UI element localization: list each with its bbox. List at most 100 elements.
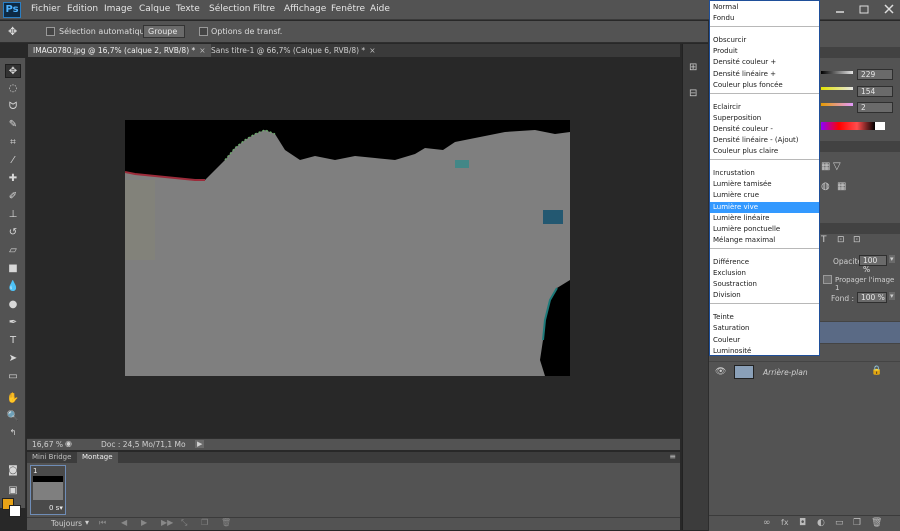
opacity-dropdown-icon[interactable]: ▾	[889, 255, 895, 263]
color-ramp[interactable]	[821, 122, 875, 130]
white-swatch[interactable]	[875, 122, 885, 130]
blend-mode-option[interactable]: Soustraction	[710, 279, 819, 290]
close-icon[interactable]	[882, 3, 896, 15]
healing-brush-tool-icon[interactable]: ✚	[5, 172, 21, 186]
frame-delay[interactable]: 0 s▾	[49, 504, 63, 512]
marquee-tool-icon[interactable]: ◌	[5, 82, 21, 96]
tab-montage[interactable]: Montage	[77, 452, 118, 463]
blend-mode-option[interactable]: Eclaircir	[710, 102, 819, 113]
move-tool-icon[interactable]: ✥	[5, 64, 21, 78]
layer-row-background[interactable]: 👁 Arrière-plan 🔒	[709, 361, 900, 383]
add-mask-icon[interactable]: ◘	[799, 518, 806, 528]
zoom-level[interactable]: 16,67 %	[32, 440, 63, 449]
transform-options-checkbox[interactable]	[199, 27, 208, 36]
blend-mode-option[interactable]: Division	[710, 290, 819, 301]
menu-aide[interactable]: Aide	[370, 4, 390, 14]
levels-icon[interactable]: ▦	[821, 161, 830, 172]
document-image[interactable]	[125, 120, 570, 376]
blend-mode-option[interactable]: Lumière linéaire	[710, 213, 819, 224]
blend-mode-option[interactable]: Lumière vive	[710, 201, 819, 213]
background-color-swatch[interactable]	[9, 505, 21, 517]
minimize-icon[interactable]	[833, 3, 847, 15]
filter-smart-icon[interactable]: ⊡	[853, 235, 861, 245]
hand-tool-icon[interactable]: ✋	[5, 392, 21, 406]
quick-mask-icon[interactable]: ◙	[5, 464, 21, 478]
tab-mini-bridge[interactable]: Mini Bridge	[27, 452, 76, 463]
history-brush-tool-icon[interactable]: ↺	[5, 226, 21, 240]
blend-mode-option[interactable]: Mélange maximal	[710, 235, 819, 246]
color-lookup-icon[interactable]: ▦	[837, 181, 846, 192]
blue-value[interactable]: 2	[857, 102, 893, 113]
blend-mode-option[interactable]: Densité linéaire - (Ajout)	[710, 135, 819, 146]
blend-mode-option[interactable]: Superposition	[710, 113, 819, 124]
shape-tool-icon[interactable]: ▭	[5, 370, 21, 384]
link-layers-icon[interactable]: ∞	[763, 518, 771, 528]
opacity-value[interactable]: 100 %	[859, 255, 887, 274]
channel-mixer-icon[interactable]: ◍	[821, 181, 830, 192]
visibility-eye-icon[interactable]: 👁	[715, 367, 726, 377]
swap-colors-icon[interactable]: ↰	[5, 426, 21, 440]
fill-dropdown-icon[interactable]: ▾	[889, 292, 895, 300]
blur-tool-icon[interactable]: 💧	[5, 280, 21, 294]
menu-image[interactable]: Image	[104, 4, 132, 14]
green-slider[interactable]	[821, 87, 853, 90]
dodge-tool-icon[interactable]: ●	[5, 298, 21, 312]
blend-mode-option[interactable]: Couleur plus foncée	[710, 80, 819, 91]
properties-panel-icon[interactable]: ⊟	[689, 88, 697, 99]
menu-affichage[interactable]: Affichage	[284, 4, 326, 14]
delete-frame-icon[interactable]: 🗑	[221, 518, 231, 527]
blend-mode-option[interactable]: Lumière tamisée	[710, 179, 819, 190]
crop-tool-icon[interactable]: ⌗	[5, 136, 21, 150]
restore-icon[interactable]	[857, 3, 871, 15]
menu-texte[interactable]: Texte	[176, 4, 200, 14]
menu-fichier[interactable]: Fichier	[31, 4, 60, 14]
menu-fenetre[interactable]: Fenêtre	[331, 4, 365, 14]
blend-mode-menu[interactable]: Normal Fondu Obscurcir Produit Densité coule…	[709, 0, 820, 356]
red-value[interactable]: 229	[857, 69, 893, 80]
first-frame-icon[interactable]: ⏮	[99, 518, 106, 528]
blend-mode-option[interactable]: Teinte	[710, 312, 819, 323]
blend-mode-option[interactable]: Couleur	[710, 335, 819, 346]
panel-menu-icon[interactable]: ≡	[669, 452, 676, 461]
pen-tool-icon[interactable]: ✒	[5, 316, 21, 330]
filter-shape-icon[interactable]: ⊡	[837, 235, 845, 245]
menu-filtre[interactable]: Filtre	[253, 4, 275, 14]
tab-sans-titre-1[interactable]: Sans titre-1 @ 66,7% (Calque 6, RVB/8) *…	[206, 44, 380, 57]
brush-tool-icon[interactable]: ✐	[5, 190, 21, 204]
eyedropper-tool-icon[interactable]: ⁄	[5, 154, 21, 168]
green-value[interactable]: 154	[857, 86, 893, 97]
blend-mode-option[interactable]: Incrustation	[710, 168, 819, 179]
group-icon[interactable]: ▭	[835, 518, 844, 528]
animation-frame[interactable]: 1 0 s▾	[30, 465, 66, 515]
loop-dropdown-icon[interactable]: ▾	[85, 518, 89, 527]
lasso-tool-icon[interactable]: ᗢ	[5, 100, 21, 114]
blend-mode-option[interactable]: Couleur plus claire	[710, 146, 819, 157]
blue-slider[interactable]	[821, 103, 853, 106]
zoom-tool-icon[interactable]: 🔍	[5, 410, 21, 424]
blend-mode-option[interactable]: Lumière ponctuelle	[710, 224, 819, 235]
quick-selection-tool-icon[interactable]: ✎	[5, 118, 21, 132]
layer-style-icon[interactable]: fx	[781, 518, 789, 527]
menu-calque[interactable]: Calque	[139, 4, 170, 14]
tab-close-icon[interactable]: ×	[369, 46, 375, 55]
tween-icon[interactable]: ⤡	[181, 518, 187, 528]
type-tool-icon[interactable]: T	[5, 334, 21, 348]
menu-edition[interactable]: Edition	[67, 4, 98, 14]
blend-mode-option[interactable]: Luminosité	[710, 346, 819, 357]
tab-close-icon[interactable]: ×	[199, 46, 205, 55]
move-tool-icon[interactable]: ✥	[8, 25, 17, 38]
blend-mode-option[interactable]: Produit	[710, 46, 819, 57]
gradient-tool-icon[interactable]: ■	[5, 262, 21, 276]
auto-select-checkbox[interactable]	[46, 27, 55, 36]
clone-stamp-tool-icon[interactable]: ⊥	[5, 208, 21, 222]
propagate-checkbox[interactable]	[823, 275, 832, 284]
next-frame-icon[interactable]: ▶▶	[161, 518, 173, 527]
loop-options[interactable]: Toujours	[51, 519, 82, 528]
tab-imag0780[interactable]: IMAG0780.jpg @ 16,7% (calque 2, RVB/8) *…	[28, 44, 211, 57]
blend-mode-option[interactable]: Densité couleur +	[710, 57, 819, 68]
new-layer-icon[interactable]: ❐	[853, 518, 861, 528]
menu-selection[interactable]: Sélection	[209, 4, 250, 14]
blend-mode-option[interactable]: Saturation	[710, 323, 819, 334]
previous-frame-icon[interactable]: ◀	[121, 518, 127, 527]
filter-type-icon[interactable]: T	[821, 235, 827, 245]
